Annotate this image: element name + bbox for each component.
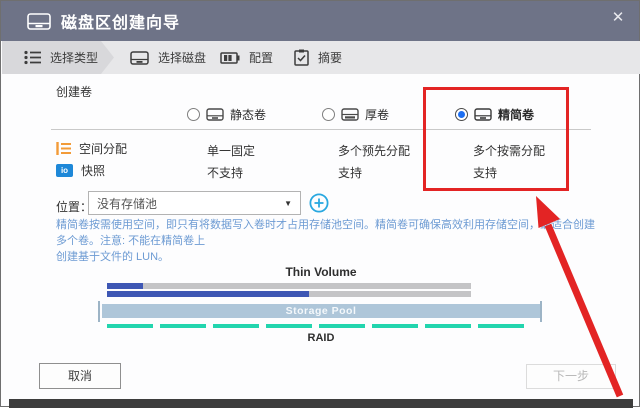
- raid-segments-bar: [107, 324, 531, 328]
- raid-label: RAID: [91, 332, 551, 344]
- thin-space-allocation: 多个按需分配: [473, 142, 545, 159]
- feature-space-allocation: 空间分配: [56, 140, 127, 157]
- step-select-type[interactable]: 选择类型: [2, 41, 114, 74]
- description-line: 创建基于文件的 LUN。: [56, 249, 596, 265]
- volume-drive-icon: [206, 108, 224, 121]
- step-label: 摘要: [318, 49, 342, 66]
- volume-type-label: 静态卷: [230, 106, 266, 123]
- divider: [51, 129, 591, 130]
- volume-type-thin[interactable]: 精简卷: [455, 106, 534, 123]
- volume-type-label: 厚卷: [365, 106, 389, 123]
- static-snapshot-support: 不支持: [207, 164, 243, 181]
- thin-volume-bar-1: [107, 283, 471, 289]
- chevron-down-icon: ▼: [284, 199, 292, 208]
- wizard-dialog: 磁盘区创建向导 ✕ 选择类型 选择磁盘: [0, 0, 640, 407]
- thin-volume-bar-2-used: [107, 291, 309, 297]
- step-label: 选择类型: [50, 49, 98, 66]
- step-select-disk[interactable]: 选择磁盘: [130, 41, 206, 74]
- storage-pool-bar: Storage Pool: [102, 304, 540, 318]
- radio-unselected-icon[interactable]: [187, 108, 200, 121]
- radio-unselected-icon[interactable]: [322, 108, 335, 121]
- pool-bracket-left: [98, 301, 100, 322]
- cancel-button[interactable]: 取消: [39, 363, 121, 389]
- step-summary[interactable]: 摘要: [294, 41, 342, 74]
- step-label: 选择磁盘: [158, 49, 206, 66]
- volume-type-thick[interactable]: 厚卷: [322, 106, 389, 123]
- step-configure[interactable]: 配置: [220, 41, 273, 74]
- volume-type-label: 精简卷: [498, 106, 534, 123]
- storage-pool-select-value: 没有存储池: [97, 195, 157, 212]
- feature-snapshot: io 快照: [56, 162, 105, 179]
- window-title: 磁盘区创建向导: [61, 9, 180, 33]
- feature-label: 快照: [81, 162, 105, 179]
- step-label: 配置: [249, 49, 273, 66]
- title-bar: 磁盘区创建向导 ✕: [1, 1, 639, 41]
- thin-volume-bar-2: [107, 291, 471, 297]
- thin-volume-description: 精简卷按需使用空间，即只有将数据写入卷时才占用存储池空间。精简卷可确保高效利用存…: [56, 217, 596, 265]
- snapshot-icon: io: [56, 164, 73, 177]
- volume-drive-icon: [474, 108, 492, 121]
- thin-volume-bar-1-used: [107, 283, 143, 289]
- next-button[interactable]: 下一步: [526, 364, 616, 389]
- thick-snapshot-support: 支持: [338, 164, 362, 181]
- disk-drive-icon: [130, 51, 149, 65]
- capacity-icon: [220, 52, 240, 64]
- create-volume-label: 创建卷: [56, 83, 92, 100]
- wizard-steps-bar: 选择类型 选择磁盘 配置: [2, 41, 640, 74]
- radio-selected-icon[interactable]: [455, 108, 468, 121]
- storage-pool-select[interactable]: 没有存储池 ▼: [88, 191, 301, 215]
- description-line: 精简卷按需使用空间，即只有将数据写入卷时才占用存储池空间。精简卷可确保高效利用存…: [56, 217, 596, 249]
- thin-volume-diagram-title: Thin Volume: [91, 265, 551, 279]
- disk-drive-icon: [27, 13, 51, 30]
- select-type-icon: [24, 50, 41, 65]
- feature-label: 空间分配: [79, 140, 127, 157]
- location-label: 位置：: [56, 198, 92, 215]
- static-space-allocation: 单一固定: [207, 142, 255, 159]
- summary-clipboard-icon: [294, 49, 309, 66]
- close-icon[interactable]: ✕: [607, 7, 629, 29]
- volume-type-static[interactable]: 静态卷: [187, 106, 266, 123]
- thick-space-allocation: 多个预先分配: [338, 142, 410, 159]
- thin-snapshot-support: 支持: [473, 164, 497, 181]
- volume-drive-icon: [341, 108, 359, 121]
- add-storage-pool-button[interactable]: [309, 193, 329, 213]
- space-allocation-icon: [56, 142, 71, 155]
- pool-bracket-right: [540, 301, 542, 322]
